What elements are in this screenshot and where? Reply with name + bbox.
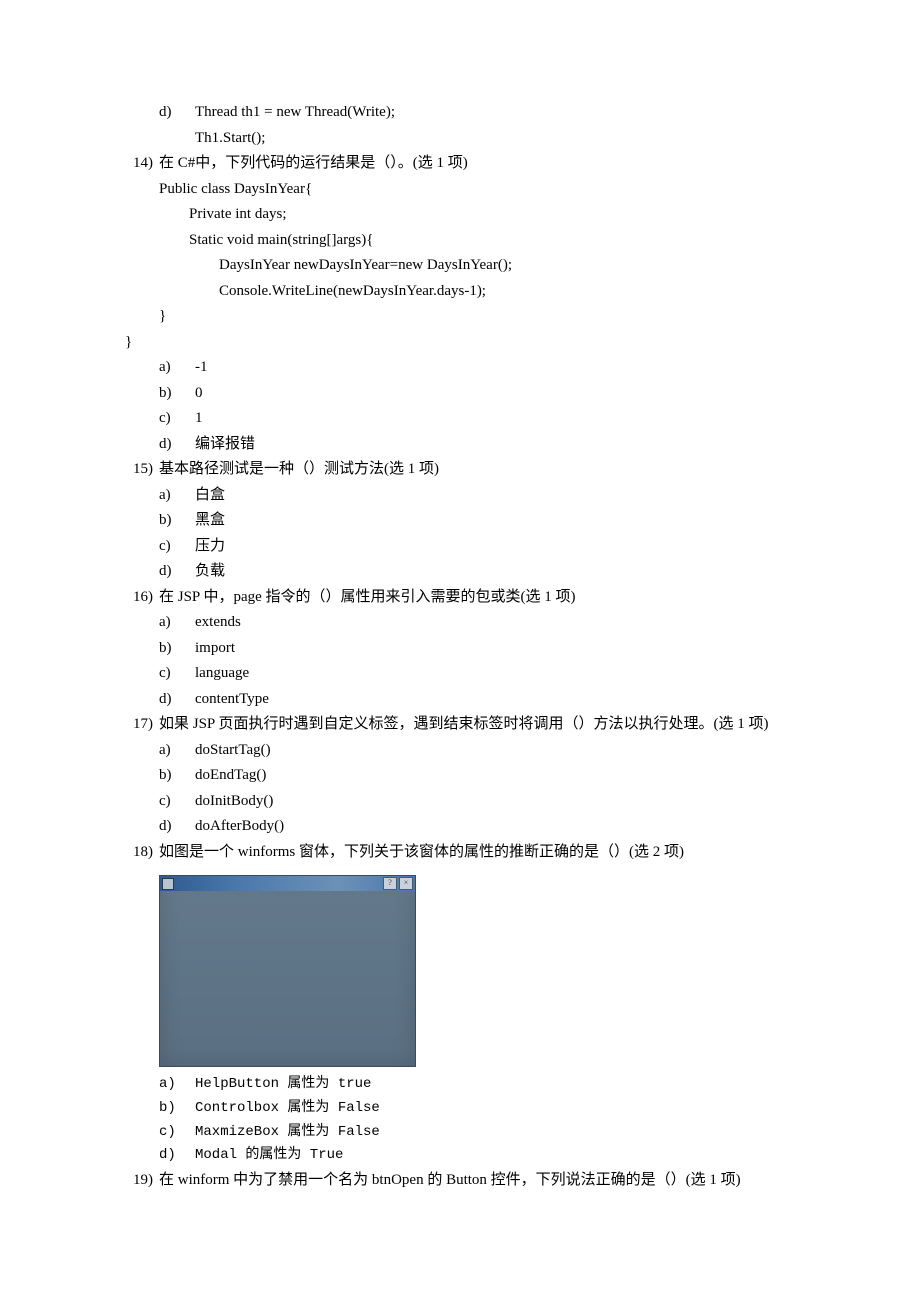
option-text: doInitBody(): [195, 789, 795, 815]
option-letter: d): [159, 100, 195, 126]
q15-option-b: b) 黑盒: [125, 508, 795, 534]
question-number: 14): [125, 151, 159, 177]
question-text: 基本路径测试是一种（）测试方法(选 1 项): [159, 457, 795, 483]
option-text: doAfterBody(): [195, 814, 795, 840]
option-text: 编译报错: [195, 432, 795, 458]
option-letter: d): [159, 687, 195, 713]
question-number: 18): [125, 840, 159, 866]
option-text: contentType: [195, 687, 795, 713]
option-letter: c): [159, 789, 195, 815]
option-letter: d): [159, 1144, 195, 1168]
q13-option-d: d) Thread th1 = new Thread(Write);: [125, 100, 795, 126]
option-text: Modal 的属性为 True: [195, 1144, 795, 1168]
q16-option-b: b) import: [125, 636, 795, 662]
option-text: doEndTag(): [195, 763, 795, 789]
code-line: DaysInYear newDaysInYear=new DaysInYear(…: [125, 253, 795, 279]
close-button-icon: ×: [399, 877, 413, 890]
option-text: 白盒: [195, 483, 795, 509]
code-line: Private int days;: [125, 202, 795, 228]
code-line: }: [125, 330, 795, 356]
option-text: 压力: [195, 534, 795, 560]
option-text: extends: [195, 610, 795, 636]
option-text: Controlbox 属性为 False: [195, 1097, 795, 1121]
question-text: 在 C#中，下列代码的运行结果是（）。(选 1 项): [159, 151, 795, 177]
window-system-icon: [162, 878, 174, 890]
q18-option-a: a) HelpButton 属性为 true: [125, 1073, 795, 1097]
option-letter: b): [159, 636, 195, 662]
q16-option-a: a) extends: [125, 610, 795, 636]
code-line: Static void main(string[]args){: [125, 228, 795, 254]
window-titlebar: ? ×: [160, 876, 415, 891]
q14-option-b: b) 0: [125, 381, 795, 407]
q17: 17) 如果 JSP 页面执行时遇到自定义标签，遇到结束标签时将调用（）方法以执…: [125, 712, 795, 738]
q18: 18) 如图是一个 winforms 窗体，下列关于该窗体的属性的推断正确的是（…: [125, 840, 795, 866]
option-letter: d): [159, 559, 195, 585]
q16-option-c: c) language: [125, 661, 795, 687]
document-page: d) Thread th1 = new Thread(Write); Th1.S…: [0, 0, 920, 1302]
option-letter: c): [159, 1121, 195, 1145]
q14-option-c: c) 1: [125, 406, 795, 432]
option-text: doStartTag(): [195, 738, 795, 764]
window-buttons: ? ×: [383, 877, 413, 890]
q14-option-a: a) -1: [125, 355, 795, 381]
code-line: Public class DaysInYear{: [125, 177, 795, 203]
question-text: 在 winform 中为了禁用一个名为 btnOpen 的 Button 控件，…: [159, 1168, 795, 1194]
option-text: 黑盒: [195, 508, 795, 534]
q13-option-d-line2: Th1.Start();: [125, 126, 795, 152]
option-text: MaxmizeBox 属性为 False: [195, 1121, 795, 1145]
code-line: }: [125, 304, 795, 330]
option-letter: a): [159, 355, 195, 381]
option-letter: b): [159, 381, 195, 407]
question-text: 如果 JSP 页面执行时遇到自定义标签，遇到结束标签时将调用（）方法以执行处理。…: [159, 712, 795, 738]
q15-option-d: d) 负载: [125, 559, 795, 585]
option-letter: b): [159, 508, 195, 534]
option-letter: a): [159, 738, 195, 764]
help-button-icon: ?: [383, 877, 397, 890]
q17-option-a: a) doStartTag(): [125, 738, 795, 764]
code-line: Console.WriteLine(newDaysInYear.days-1);: [125, 279, 795, 305]
question-number: 16): [125, 585, 159, 611]
question-text: 在 JSP 中，page 指令的（）属性用来引入需要的包或类(选 1 项): [159, 585, 795, 611]
q17-option-d: d) doAfterBody(): [125, 814, 795, 840]
q16-option-d: d) contentType: [125, 687, 795, 713]
option-text: 0: [195, 381, 795, 407]
q19: 19) 在 winform 中为了禁用一个名为 btnOpen 的 Button…: [125, 1168, 795, 1194]
option-text: -1: [195, 355, 795, 381]
option-letter: c): [159, 661, 195, 687]
option-letter: b): [159, 763, 195, 789]
option-letter: c): [159, 534, 195, 560]
q16: 16) 在 JSP 中，page 指令的（）属性用来引入需要的包或类(选 1 项…: [125, 585, 795, 611]
option-letter: b): [159, 1097, 195, 1121]
q15-option-c: c) 压力: [125, 534, 795, 560]
q18-option-d: d) Modal 的属性为 True: [125, 1144, 795, 1168]
option-letter: d): [159, 432, 195, 458]
option-text: language: [195, 661, 795, 687]
q14-option-d: d) 编译报错: [125, 432, 795, 458]
winforms-window-screenshot: ? ×: [159, 875, 416, 1067]
q18-option-b: b) Controlbox 属性为 False: [125, 1097, 795, 1121]
option-text: HelpButton 属性为 true: [195, 1073, 795, 1097]
question-number: 19): [125, 1168, 159, 1194]
option-letter: a): [159, 1073, 195, 1097]
option-text: 负载: [195, 559, 795, 585]
option-text: import: [195, 636, 795, 662]
q15: 15) 基本路径测试是一种（）测试方法(选 1 项): [125, 457, 795, 483]
option-text: Th1.Start();: [195, 126, 795, 152]
question-text: 如图是一个 winforms 窗体，下列关于该窗体的属性的推断正确的是（）(选 …: [159, 840, 795, 866]
question-number: 17): [125, 712, 159, 738]
option-text: Thread th1 = new Thread(Write);: [195, 100, 795, 126]
option-letter: a): [159, 610, 195, 636]
q15-option-a: a) 白盒: [125, 483, 795, 509]
question-number: 15): [125, 457, 159, 483]
option-letter: d): [159, 814, 195, 840]
option-letter: c): [159, 406, 195, 432]
option-letter: a): [159, 483, 195, 509]
q17-option-c: c) doInitBody(): [125, 789, 795, 815]
q14: 14) 在 C#中，下列代码的运行结果是（）。(选 1 项): [125, 151, 795, 177]
q18-option-c: c) MaxmizeBox 属性为 False: [125, 1121, 795, 1145]
option-text: 1: [195, 406, 795, 432]
q17-option-b: b) doEndTag(): [125, 763, 795, 789]
